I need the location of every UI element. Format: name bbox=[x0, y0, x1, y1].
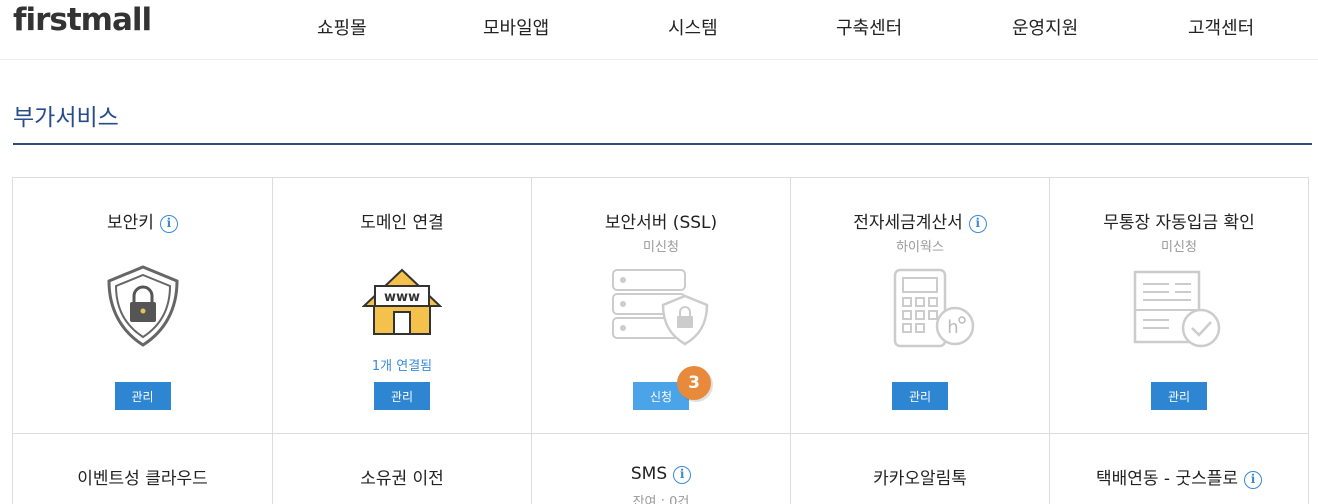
service-card-e-tax-invoice: 전자세금계산서 i 하이웍스 h 관리 bbox=[791, 178, 1050, 434]
card-title: 보안키 i bbox=[13, 208, 272, 233]
service-card-event-cloud: 이벤트성 클라우드 bbox=[13, 434, 273, 504]
manage-button[interactable]: 관리 bbox=[114, 382, 171, 410]
nav-build-center[interactable]: 구축센터 bbox=[836, 14, 902, 40]
manage-button[interactable]: 관리 bbox=[1151, 382, 1207, 410]
card-title: 택배연동 - 굿스플로 i bbox=[1050, 464, 1308, 489]
info-icon[interactable]: i bbox=[673, 466, 692, 484]
svg-text:www: www bbox=[384, 290, 420, 305]
shield-lock-icon bbox=[105, 264, 181, 352]
manage-button[interactable]: 관리 bbox=[892, 382, 948, 410]
status-text: 미신청 bbox=[643, 240, 679, 255]
nav-customer-center[interactable]: 고객센터 bbox=[1188, 14, 1254, 40]
service-card-auto-deposit-check: 무통장 자동입금 확인 미신청 관리 bbox=[1050, 178, 1308, 434]
info-icon[interactable]: i bbox=[159, 215, 178, 233]
service-card-sms: SMS i 잔여 : 0건 bbox=[532, 434, 791, 504]
notification-badge: 3 bbox=[677, 366, 711, 400]
card-title-text: SMS bbox=[630, 464, 668, 484]
nav-system[interactable]: 시스템 bbox=[668, 14, 718, 40]
nav-shopping-mall[interactable]: 쇼핑몰 bbox=[317, 14, 367, 40]
server-shield-icon bbox=[611, 268, 711, 352]
service-card-domain: 도메인 연결 www 1개 연결됨 관리 bbox=[273, 178, 532, 434]
service-card-goodsflow: 택배연동 - 굿스플로 i bbox=[1050, 434, 1308, 504]
manage-button[interactable]: 관리 bbox=[374, 382, 430, 410]
card-title: 카카오알림톡 bbox=[873, 469, 967, 489]
page-title: 부가서비스 bbox=[13, 105, 119, 131]
service-grid: 보안키 i 관리 도메인 연결 www 1개 연결됨 관리 보안서버 (SSL)… bbox=[12, 177, 1309, 504]
bankbook-check-icon bbox=[1129, 270, 1229, 354]
nav-mobile-app[interactable]: 모바일앱 bbox=[483, 14, 549, 40]
status-text: 미신청 bbox=[1161, 240, 1197, 255]
info-icon[interactable]: i bbox=[968, 215, 987, 233]
card-title: 소유권 이전 bbox=[360, 469, 444, 489]
card-title: 무통장 자동입금 확인 bbox=[1103, 213, 1255, 233]
card-title-text: 택배연동 - 굿스플로 bbox=[1095, 469, 1239, 489]
info-icon[interactable]: i bbox=[1244, 471, 1263, 489]
title-divider bbox=[13, 143, 1312, 145]
firstmall-logo[interactable]: firstmall bbox=[13, 2, 152, 38]
card-title: 보안서버 (SSL) bbox=[604, 213, 718, 233]
nav-operation-support[interactable]: 운영지원 bbox=[1012, 14, 1078, 40]
connected-domains-link[interactable]: 1개 연결됨 bbox=[273, 355, 531, 374]
service-card-ssl: 보안서버 (SSL) 미신청 신청 3 bbox=[532, 178, 791, 434]
card-title: SMS i bbox=[532, 464, 790, 484]
card-title-text: 전자세금계산서 bbox=[853, 213, 963, 233]
remaining-count-text: 잔여 : 0건 bbox=[632, 495, 690, 504]
card-title: 도메인 연결 bbox=[360, 213, 444, 233]
card-title: 이벤트성 클라우드 bbox=[77, 469, 208, 489]
card-title-text: 보안키 bbox=[107, 213, 154, 233]
service-card-security-key: 보안키 i 관리 bbox=[13, 178, 273, 434]
house-www-icon: www bbox=[361, 268, 443, 342]
provider-text: 하이웍스 bbox=[896, 240, 944, 255]
service-card-ownership-transfer: 소유권 이전 bbox=[273, 434, 532, 504]
service-card-kakao-alimtalk: 카카오알림톡 bbox=[791, 434, 1050, 504]
calculator-icon: h bbox=[865, 268, 975, 354]
svg-text:h: h bbox=[947, 317, 958, 338]
top-navigation-bar: firstmall 쇼핑몰 모바일앱 시스템 구축센터 운영지원 고객센터 bbox=[0, 0, 1318, 60]
card-title: 전자세금계산서 i bbox=[791, 208, 1049, 233]
